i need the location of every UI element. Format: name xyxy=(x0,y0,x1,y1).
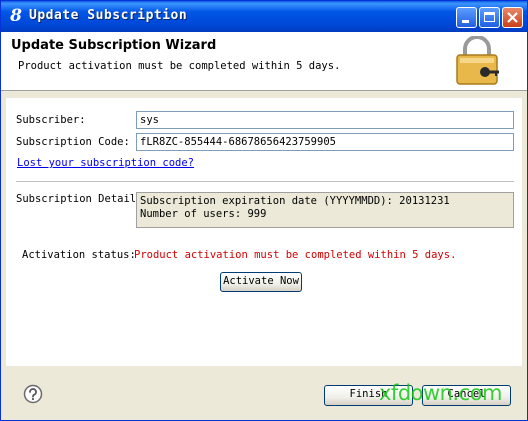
subscription-detail-label: Subscription Detail xyxy=(16,193,137,205)
wizard-title: Update Subscription Wizard xyxy=(11,38,217,53)
minimize-button[interactable] xyxy=(456,7,477,28)
detail-users-line: Number of users: 999 xyxy=(140,208,267,220)
subscriber-input[interactable]: sys xyxy=(136,111,514,129)
app-logo-icon: 8 xyxy=(10,6,22,26)
window-title: Update Subscription xyxy=(29,8,188,23)
subscription-code-input[interactable]: fLR8ZC-855444-68678656423759905 xyxy=(136,133,514,151)
activation-status-label: Activation status: xyxy=(22,249,136,261)
wizard-banner: Update Subscription Wizard Product activ… xyxy=(1,32,527,91)
minimize-icon xyxy=(462,20,469,23)
activate-now-button[interactable]: Activate Now xyxy=(220,272,302,292)
title-bar[interactable]: 8 Update Subscription xyxy=(1,1,527,32)
subscription-code-label: Subscription Code: xyxy=(16,136,130,148)
watermark-text: xfdown.com xyxy=(379,381,503,405)
maximize-button[interactable] xyxy=(479,7,500,28)
section-divider xyxy=(16,181,514,182)
maximize-icon xyxy=(484,12,495,22)
update-subscription-dialog: 8 Update Subscription Update Subscriptio… xyxy=(0,0,528,421)
lock-key-icon xyxy=(456,36,499,85)
close-button[interactable] xyxy=(502,7,523,28)
subscriber-label: Subscriber: xyxy=(16,114,86,126)
detail-expiration-line: Subscription expiration date (YYYYMMDD):… xyxy=(140,195,450,207)
form-panel: Subscriber: sys Subscription Code: fLR8Z… xyxy=(6,98,522,366)
activation-status-value: Product activation must be completed wit… xyxy=(134,249,457,261)
help-icon[interactable] xyxy=(23,384,43,404)
close-icon xyxy=(507,12,518,23)
subscription-detail-box: Subscription expiration date (YYYYMMDD):… xyxy=(136,192,514,228)
wizard-description: Product activation must be completed wit… xyxy=(18,60,341,72)
lost-code-link[interactable]: Lost your subscription code? xyxy=(17,157,194,169)
